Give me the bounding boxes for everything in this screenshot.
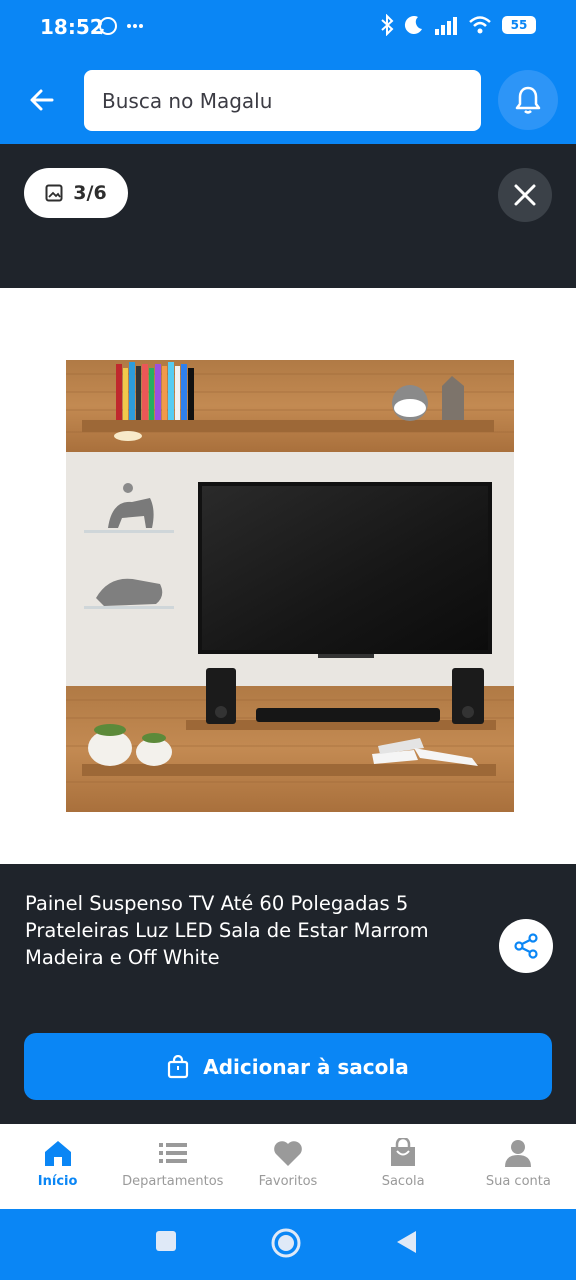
image-counter-text: 3/6 — [73, 182, 107, 204]
more-dots-icon — [127, 24, 143, 28]
product-image[interactable] — [0, 288, 576, 864]
add-to-bag-label: Adicionar à sacola — [203, 1054, 409, 1079]
notifications-button[interactable] — [498, 70, 558, 130]
home-icon — [44, 1141, 71, 1166]
bell-icon — [515, 86, 541, 114]
add-to-bag-button[interactable]: Adicionar à sacola — [24, 1033, 552, 1100]
bottom-nav: Início Departamentos Favoritos Sacola Su… — [0, 1124, 576, 1209]
close-viewer-button[interactable] — [498, 168, 552, 222]
search-input[interactable] — [84, 70, 481, 131]
status-notifications — [98, 16, 144, 36]
nav-label-favoritos: Favoritos — [258, 1174, 318, 1189]
nav-label-sacola: Sacola — [381, 1174, 425, 1189]
product-info-panel: Painel Suspenso TV Até 60 Polegadas 5 Pr… — [0, 864, 576, 1124]
back-button[interactable] — [24, 82, 60, 118]
image-icon — [45, 184, 63, 202]
share-icon — [514, 933, 538, 959]
list-icon — [158, 1143, 187, 1163]
tv-panel-illustration — [66, 360, 514, 812]
nav-item-inicio[interactable]: Início — [0, 1124, 115, 1209]
bluetooth-icon — [381, 14, 394, 36]
header-bar — [0, 56, 576, 144]
share-button[interactable] — [499, 919, 553, 973]
back-triangle-icon[interactable] — [394, 1229, 418, 1255]
shopping-bag-icon — [168, 1054, 189, 1078]
signal-icon — [435, 17, 457, 35]
nav-label-departamentos: Departamentos — [122, 1174, 224, 1189]
nav-item-sacola[interactable]: Sacola — [346, 1124, 461, 1209]
close-icon — [514, 184, 536, 206]
moon-icon — [404, 16, 422, 35]
image-counter: 3/6 — [24, 168, 128, 218]
search-box[interactable] — [84, 70, 481, 131]
bag-icon — [391, 1138, 416, 1166]
status-bar: 18:52 55 — [0, 0, 576, 56]
nav-label-inicio: Início — [37, 1174, 78, 1189]
status-system-icons: 55 — [380, 14, 536, 36]
nav-item-sua-conta[interactable]: Sua conta — [461, 1124, 576, 1209]
whatsapp-icon — [99, 17, 117, 35]
system-nav-bar — [0, 1209, 576, 1280]
recent-apps-icon[interactable] — [154, 1229, 178, 1253]
image-viewer-toolbar: 3/6 — [0, 144, 576, 288]
heart-icon — [274, 1141, 302, 1166]
status-time: 18:52 — [40, 15, 104, 39]
nav-label-sua-conta: Sua conta — [485, 1174, 551, 1189]
battery-indicator: 55 — [502, 16, 536, 34]
arrow-left-icon — [30, 89, 54, 111]
user-icon — [505, 1140, 532, 1167]
home-circle-icon[interactable] — [270, 1227, 302, 1259]
nav-item-favoritos[interactable]: Favoritos — [230, 1124, 345, 1209]
product-title: Painel Suspenso TV Até 60 Polegadas 5 Pr… — [25, 892, 429, 969]
nav-item-departamentos[interactable]: Departamentos — [115, 1124, 230, 1209]
wifi-icon — [469, 16, 491, 34]
